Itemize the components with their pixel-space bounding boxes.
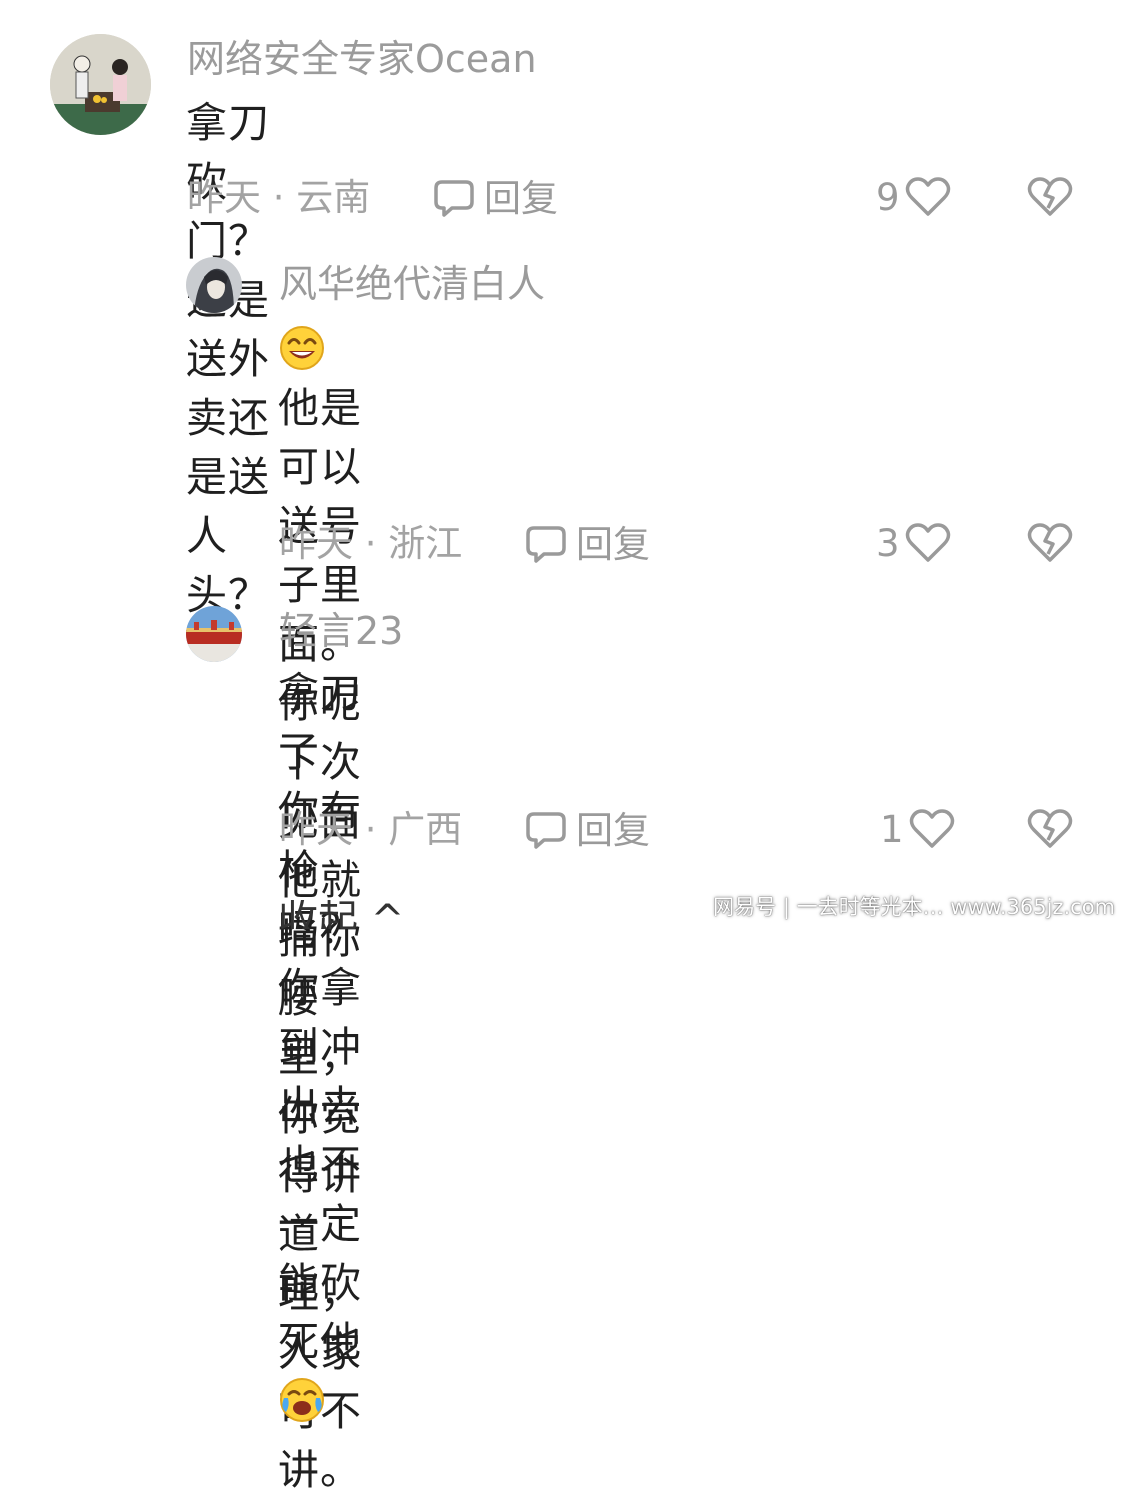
broken-heart-icon <box>1027 809 1073 848</box>
broken-heart-icon <box>1027 177 1073 216</box>
username[interactable]: 网络安全专家Ocean <box>187 40 537 78</box>
crying-laughing-emoji-icon <box>280 1378 324 1422</box>
broken-heart-icon <box>1027 523 1073 562</box>
dislike-button[interactable] <box>1026 176 1074 222</box>
avatar[interactable] <box>50 34 151 135</box>
watermark: 网易号 | 一去时等光本… www.365jz.com <box>713 895 1115 919</box>
reply-button[interactable]: 回复 <box>524 810 650 850</box>
chat-bubble-icon <box>434 180 474 217</box>
heart-outline-icon <box>905 177 950 216</box>
dislike-button[interactable] <box>1026 808 1074 854</box>
avatar-image <box>186 606 242 662</box>
like-button[interactable]: 1 <box>880 808 956 850</box>
reply-button[interactable]: 回复 <box>432 178 558 218</box>
comment-line-1: 拿刀了 你有枪吗？ 你拿到冲出去也不 <box>278 669 362 1189</box>
username[interactable]: 风华绝代清白人 <box>279 265 545 303</box>
like-count: 9 <box>876 175 900 219</box>
chat-bubble-icon <box>526 812 566 849</box>
avatar-image <box>186 257 242 313</box>
heart-outline-icon <box>909 809 954 848</box>
reply-button[interactable]: 回复 <box>524 524 650 564</box>
reply-label: 回复 <box>576 522 650 566</box>
like-count: 3 <box>876 521 900 565</box>
reply-label: 回复 <box>576 808 650 852</box>
reply-label: 回复 <box>484 176 558 220</box>
avatar[interactable] <box>186 606 242 662</box>
username[interactable]: 轻言23 <box>279 612 403 650</box>
comment-text: 拿刀砍门？这是送外卖还是送人头？ <box>186 99 270 619</box>
collapse-replies-button[interactable]: 收起 ^ <box>278 900 404 929</box>
time-location: 昨天 · 广西 <box>279 808 463 851</box>
time-location: 昨天 · 浙江 <box>279 522 463 565</box>
avatar[interactable] <box>186 257 242 313</box>
comment-text: 拿刀了 你有枪吗？ 你拿到冲出去也不 一定能砍死他 <box>278 664 362 1431</box>
dislike-button[interactable] <box>1026 522 1074 568</box>
like-button[interactable]: 3 <box>876 522 952 564</box>
like-count: 1 <box>880 807 904 851</box>
like-button[interactable]: 9 <box>876 176 952 218</box>
avatar-image <box>50 34 151 135</box>
chat-bubble-icon <box>526 526 566 563</box>
time-location: 昨天 · 云南 <box>187 176 371 219</box>
comment-line-2: 一定能砍死他 <box>278 1195 362 1431</box>
laughing-emoji-icon <box>280 326 324 370</box>
heart-outline-icon <box>905 523 950 562</box>
